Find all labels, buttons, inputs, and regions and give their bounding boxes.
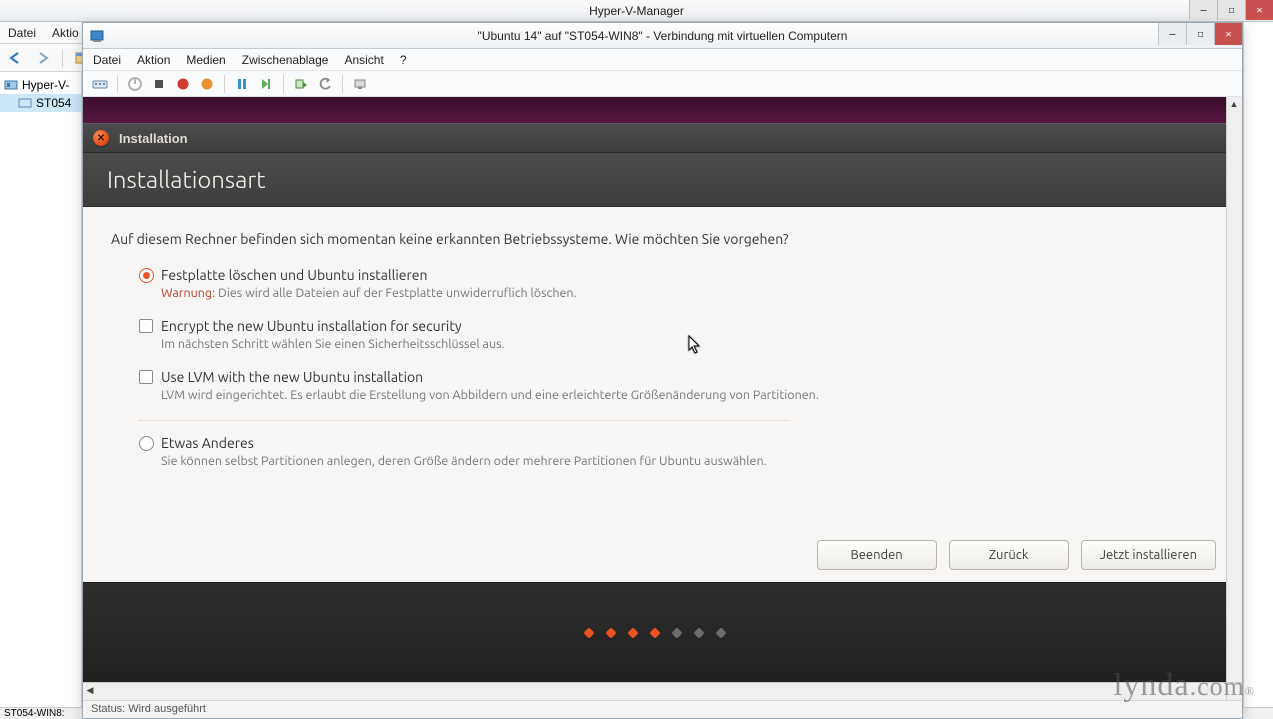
hyperv-menu-action[interactable]: Aktio <box>52 26 79 40</box>
host-icon <box>18 96 32 110</box>
option-lvm-label: Use LVM with the new Ubuntu installation <box>161 369 819 385</box>
tb-turnoff-icon[interactable] <box>148 73 170 95</box>
progress-dot-2 <box>605 627 616 638</box>
hyperv-right-pane-sliver <box>1243 22 1273 707</box>
scroll-up-icon[interactable]: ▲ <box>1227 97 1241 111</box>
tree-host-label: ST054 <box>36 96 71 110</box>
installer-heading-bar: Installationsart <box>83 153 1242 207</box>
tree-host[interactable]: ST054 <box>0 94 81 112</box>
radio-something-else[interactable] <box>139 436 154 451</box>
installer-close-icon[interactable]: ✕ <box>93 130 109 146</box>
installer-button-row: Beenden Zurück Jetzt installieren <box>817 540 1216 570</box>
vmc-menu-clipboard[interactable]: Zwischenablage <box>242 53 329 67</box>
tree-root[interactable]: Hyper-V- <box>0 76 81 94</box>
nav-forward-icon[interactable] <box>32 47 54 69</box>
vmconnect-titlebar: "Ubuntu 14" auf "ST054-WIN8" - Verbindun… <box>83 23 1242 49</box>
progress-dot-4 <box>649 627 660 638</box>
vmconnect-statusbar: Status: Wird ausgeführt <box>83 700 1242 718</box>
tb-sep-3 <box>283 75 284 93</box>
option-encrypt[interactable]: Encrypt the new Ubuntu installation for … <box>139 318 1198 351</box>
option-erase-warn-prefix: Warnung: <box>161 286 215 300</box>
hyperv-tree: Hyper-V- ST054 <box>0 72 82 707</box>
tb-sep-2 <box>224 75 225 93</box>
vm-display[interactable]: ✕ Installation Installationsart Auf dies… <box>83 97 1242 700</box>
scroll-left-icon[interactable]: ◀ <box>83 683 97 697</box>
watermark-brand: lynda <box>1114 666 1190 703</box>
installer-progress-footer <box>83 582 1226 682</box>
tb-enhanced-icon[interactable] <box>349 73 371 95</box>
tb-revert-icon[interactable] <box>314 73 336 95</box>
tb-start-icon[interactable] <box>124 73 146 95</box>
option-erase-label: Festplatte löschen und Ubuntu installier… <box>161 267 577 283</box>
progress-dots <box>585 629 725 637</box>
installer-heading: Installationsart <box>107 166 265 193</box>
vmconnect-app-icon <box>89 28 105 44</box>
vmconnect-close-button[interactable]: ✕ <box>1214 23 1242 45</box>
install-now-button[interactable]: Jetzt installieren <box>1081 540 1216 570</box>
option-divider <box>139 420 789 421</box>
installer-body: Auf diesem Rechner befinden sich momenta… <box>83 207 1226 582</box>
option-encrypt-desc: Im nächsten Schritt wählen Sie einen Sic… <box>161 337 505 351</box>
vm-horizontal-scrollbar[interactable]: ◀ <box>83 682 1226 700</box>
progress-dot-1 <box>583 627 594 638</box>
back-button[interactable]: Zurück <box>949 540 1069 570</box>
checkbox-encrypt[interactable] <box>139 319 153 333</box>
option-encrypt-label: Encrypt the new Ubuntu installation for … <box>161 318 505 334</box>
tb-reset-icon[interactable] <box>255 73 277 95</box>
progress-dot-3 <box>627 627 638 638</box>
hyperv-status-text: ST054-WIN8: <box>4 708 65 719</box>
radio-erase-disk[interactable] <box>139 268 154 283</box>
vmconnect-maximize-button[interactable]: ☐ <box>1186 23 1214 45</box>
option-something-else[interactable]: Etwas Anderes Sie können selbst Partitio… <box>139 435 1198 468</box>
progress-dot-7 <box>715 627 726 638</box>
progress-dot-6 <box>693 627 704 638</box>
tb-ctrl-alt-del-icon[interactable] <box>89 73 111 95</box>
progress-dot-5 <box>671 627 682 638</box>
installer-intro: Auf diesem Rechner befinden sich momenta… <box>111 231 1198 247</box>
option-erase-disk[interactable]: Festplatte löschen und Ubuntu installier… <box>139 267 1198 300</box>
vmc-menu-view[interactable]: Ansicht <box>344 53 383 67</box>
hyperv-menu-file[interactable]: Datei <box>8 26 36 40</box>
option-lvm-desc: LVM wird eingerichtet. Es erlaubt die Er… <box>161 388 819 402</box>
vmc-menu-action[interactable]: Aktion <box>137 53 170 67</box>
tb-checkpoint-icon[interactable] <box>290 73 312 95</box>
vm-vertical-scrollbar[interactable]: ▲ <box>1226 97 1242 682</box>
vmconnect-window: "Ubuntu 14" auf "ST054-WIN8" - Verbindun… <box>82 22 1243 719</box>
nav-separator <box>62 49 63 67</box>
option-erase-warn-text: Dies wird alle Dateien auf der Festplatt… <box>215 286 576 300</box>
vmconnect-status-text: Status: Wird ausgeführt <box>91 703 206 715</box>
option-lvm[interactable]: Use LVM with the new Ubuntu installation… <box>139 369 1198 402</box>
installer-window-label: Installation <box>119 131 188 146</box>
hyperv-close-button[interactable]: ✕ <box>1245 0 1273 20</box>
tb-pause-icon[interactable] <box>231 73 253 95</box>
vmconnect-minimize-button[interactable]: — <box>1158 23 1186 45</box>
tb-sep-1 <box>117 75 118 93</box>
vmc-menu-help[interactable]: ? <box>400 53 407 67</box>
quit-button[interactable]: Beenden <box>817 540 937 570</box>
watermark-reg: ® <box>1245 684 1255 699</box>
option-other-desc: Sie können selbst Partitionen anlegen, d… <box>161 454 767 468</box>
vmc-menu-file[interactable]: Datei <box>93 53 121 67</box>
checkbox-lvm[interactable] <box>139 370 153 384</box>
tb-save-icon[interactable] <box>196 73 218 95</box>
option-other-label: Etwas Anderes <box>161 435 767 451</box>
tb-shutdown-icon[interactable] <box>172 73 194 95</box>
vmc-menu-media[interactable]: Medien <box>186 53 225 67</box>
installer-titlebar[interactable]: ✕ Installation <box>83 123 1242 153</box>
hyperv-title: Hyper-V-Manager <box>589 4 684 18</box>
watermark-suffix: .com <box>1190 672 1245 702</box>
hyperv-maximize-button[interactable]: ☐ <box>1217 0 1245 20</box>
vmconnect-title: "Ubuntu 14" auf "ST054-WIN8" - Verbindun… <box>478 29 848 43</box>
hyperv-titlebar: Hyper-V-Manager — ☐ ✕ <box>0 0 1273 22</box>
ubuntu-desktop-strip <box>83 97 1242 123</box>
nav-back-icon[interactable] <box>4 47 26 69</box>
server-icon <box>4 78 18 92</box>
vmconnect-menubar: Datei Aktion Medien Zwischenablage Ansic… <box>83 49 1242 71</box>
watermark: lynda.com® <box>1114 666 1255 703</box>
hyperv-minimize-button[interactable]: — <box>1189 0 1217 20</box>
tree-root-label: Hyper-V- <box>22 78 69 92</box>
vmconnect-toolbar <box>83 71 1242 97</box>
tb-sep-4 <box>342 75 343 93</box>
